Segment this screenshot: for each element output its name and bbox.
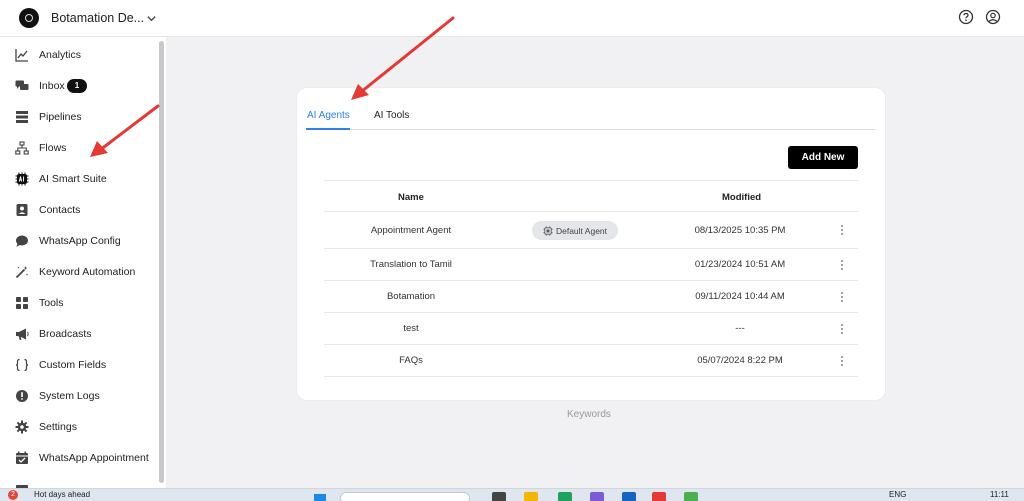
- add-new-button[interactable]: Add New: [788, 146, 858, 169]
- modified-date: 09/11/2024 10:44 AM: [695, 291, 785, 302]
- sidebar-item-contacts[interactable]: Contacts: [0, 196, 158, 224]
- sidebar-item-label: Inbox: [39, 80, 65, 92]
- default-agent-badge: Default Agent: [532, 221, 618, 240]
- sidebar-item-label: System Logs: [39, 390, 100, 402]
- weather-text[interactable]: Hot days ahead: [34, 490, 90, 499]
- ai-suite-card: AI Agents AI Tools Add New Name Modified…: [297, 88, 885, 400]
- chat-bubbles-icon: [15, 79, 29, 93]
- browser-icon[interactable]: [558, 492, 572, 501]
- modified-date: 08/13/2025 10:35 PM: [694, 225, 786, 236]
- gear-icon: [15, 420, 29, 434]
- sidebar-item-whatsapp-appointment[interactable]: WhatsApp Appointment: [0, 444, 158, 472]
- sidebar-item-ai-smart-suite[interactable]: AI Smart Suite: [0, 165, 158, 193]
- column-header-name[interactable]: Name: [398, 192, 424, 203]
- sidebar-item-whatsapp-config[interactable]: WhatsApp Config: [0, 227, 158, 255]
- alert-circle-icon: [15, 389, 29, 403]
- sidebar-item-broadcasts[interactable]: Broadcasts: [0, 320, 158, 348]
- chrome-icon[interactable]: [652, 492, 666, 501]
- sidebar-item-label: Pipelines: [39, 111, 82, 123]
- sidebar-item-label: Analytics: [39, 49, 82, 61]
- agent-name[interactable]: test: [324, 323, 498, 334]
- help-circle-icon[interactable]: [958, 9, 974, 30]
- folder-icon[interactable]: [524, 492, 538, 501]
- sidebar-item-label: Keyword Automation: [39, 266, 136, 278]
- sidebar-item-label: Flows: [39, 142, 67, 154]
- table-row[interactable]: FAQs 05/07/2024 8:22 PM: [324, 345, 858, 377]
- table-header: Name Modified: [324, 180, 858, 212]
- server-stack-icon: [15, 110, 29, 124]
- more-vertical-icon[interactable]: [836, 290, 848, 304]
- sidebar-item-settings[interactable]: Settings: [0, 413, 158, 441]
- table-row[interactable]: Botamation 09/11/2024 10:44 AM: [324, 281, 858, 313]
- sidebar-item-flows[interactable]: Flows: [0, 134, 158, 162]
- table-row[interactable]: test ---: [324, 313, 858, 345]
- sidebar-item-keyword-automation[interactable]: Keyword Automation: [0, 258, 158, 286]
- table-row[interactable]: Appointment Agent Default Agent 08/13/20…: [324, 212, 858, 249]
- sidebar-item-tools[interactable]: Tools: [0, 289, 158, 317]
- magic-wand-icon: [15, 265, 29, 279]
- taskbar-app-icon[interactable]: [684, 492, 698, 501]
- taskbar-app-icon[interactable]: [622, 492, 636, 501]
- tab-ai-tools[interactable]: AI Tools: [374, 110, 409, 121]
- braces-icon: [15, 358, 29, 372]
- sidebar-item-pipelines[interactable]: Pipelines: [0, 103, 158, 131]
- more-vertical-icon[interactable]: [836, 322, 848, 336]
- sidebar-item-label: Custom Fields: [39, 359, 107, 371]
- sidebar-item-label: Broadcasts: [39, 328, 92, 340]
- sidebar-item-inbox[interactable]: Inbox 1: [0, 72, 158, 100]
- language-indicator[interactable]: ENG: [889, 490, 906, 499]
- chevron-down-icon[interactable]: [146, 11, 157, 29]
- agent-name[interactable]: FAQs: [324, 355, 498, 366]
- chart-line-icon: [15, 48, 29, 62]
- contact-card-icon: [15, 203, 29, 217]
- workspace-logo[interactable]: [19, 8, 39, 28]
- modified-date: 01/23/2024 10:51 AM: [694, 259, 786, 270]
- weather-badge[interactable]: 2: [8, 490, 18, 500]
- sidebar-item-label: WhatsApp Config: [39, 235, 121, 247]
- active-tab-indicator: [306, 128, 350, 130]
- inbox-count-badge: 1: [67, 79, 87, 93]
- sidebar-item-analytics[interactable]: Analytics: [0, 41, 158, 69]
- tab-divider: [306, 129, 875, 130]
- sidebar-item-label: Tools: [39, 297, 64, 309]
- sidebar-item-cutoff[interactable]: [0, 475, 158, 488]
- default-agent-label: Default Agent: [555, 225, 608, 236]
- top-header: Botamation De...: [0, 0, 1024, 37]
- sidebar-item-custom-fields[interactable]: Custom Fields: [0, 351, 158, 379]
- clock[interactable]: 11:11: [990, 490, 1009, 499]
- sidebar-item-label: Contacts: [39, 204, 81, 216]
- table-row[interactable]: Translation to Tamil 01/23/2024 10:51 AM: [324, 249, 858, 281]
- more-vertical-icon[interactable]: [836, 223, 848, 237]
- agent-name[interactable]: Appointment Agent: [324, 225, 498, 236]
- tab-ai-agents[interactable]: AI Agents: [307, 110, 350, 121]
- sidebar: Analytics Inbox 1 Pipelines Flows AI Sma…: [0, 37, 166, 488]
- sidebar-item-label: WhatsApp Appointment: [39, 452, 149, 464]
- agent-name[interactable]: Translation to Tamil: [324, 259, 498, 270]
- speech-bubble-icon: [15, 234, 29, 248]
- calendar-check-icon: [15, 451, 29, 465]
- ai-chip-icon: [543, 225, 553, 236]
- column-header-modified[interactable]: Modified: [722, 192, 761, 203]
- user-circle-icon[interactable]: [985, 9, 1001, 30]
- windows-start-icon[interactable]: [314, 494, 326, 501]
- taskbar-search[interactable]: [340, 492, 470, 501]
- more-vertical-icon[interactable]: [836, 258, 848, 272]
- agent-name[interactable]: Botamation: [324, 291, 498, 302]
- taskbar-app-icon[interactable]: [492, 492, 506, 501]
- sitemap-icon: [15, 141, 29, 155]
- keywords-link[interactable]: Keywords: [567, 409, 611, 420]
- sidebar-item-label: AI Smart Suite: [39, 173, 107, 185]
- sidebar-item-system-logs[interactable]: System Logs: [0, 382, 158, 410]
- sidebar-scrollbar[interactable]: [159, 41, 164, 483]
- more-vertical-icon[interactable]: [836, 354, 848, 368]
- modified-date: 05/07/2024 8:22 PM: [697, 355, 783, 366]
- sidebar-item-label: Settings: [39, 421, 77, 433]
- os-taskbar: 2 Hot days ahead ENG 11:11: [0, 488, 1024, 501]
- workspace-name[interactable]: Botamation De...: [51, 11, 144, 25]
- taskbar-app-icon[interactable]: [590, 492, 604, 501]
- modified-date: ---: [735, 323, 745, 334]
- grid-icon: [15, 296, 29, 310]
- megaphone-icon: [15, 327, 29, 341]
- ai-chip-icon: [15, 172, 29, 186]
